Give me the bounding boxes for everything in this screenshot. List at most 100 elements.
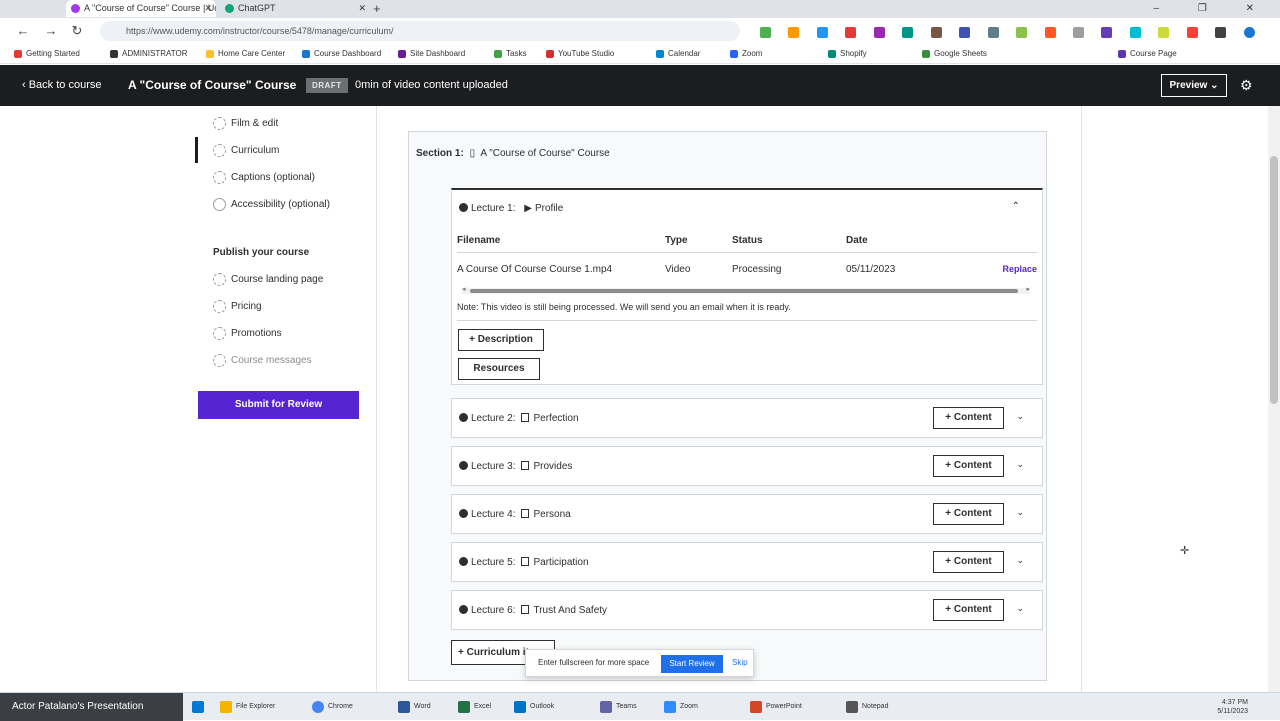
reload-icon[interactable]: ↻ <box>68 22 86 40</box>
taskbar-app[interactable]: Notepad <box>846 700 888 714</box>
extension-icon[interactable] <box>873 27 885 39</box>
taskbar-app[interactable]: Outlook <box>514 700 554 714</box>
add-content-button[interactable]: + Content <box>933 407 1004 429</box>
taskbar-app[interactable]: File Explorer <box>220 700 275 714</box>
add-content-button[interactable]: + Content <box>933 455 1004 477</box>
bookmark-item[interactable]: Home Care Center <box>206 48 285 60</box>
extension-icon[interactable] <box>1072 27 1084 39</box>
bookmark-icon <box>398 50 406 58</box>
preview-button[interactable]: Preview ⌄ <box>1161 74 1227 97</box>
system-clock[interactable]: 4:37 PM 5/11/2023 <box>1217 698 1248 716</box>
lecture-title[interactable]: Lecture 3: Provides <box>459 460 572 474</box>
bookmark-icon <box>110 50 118 58</box>
browser-tab-udemy[interactable]: A "Course of Course" Course | Udemy ✕ <box>66 0 216 17</box>
scroll-left-icon[interactable]: ◂ <box>462 285 466 293</box>
sidebar-item-landing-page[interactable]: Course landing page <box>213 273 323 287</box>
extension-icon[interactable] <box>1158 27 1170 39</box>
sidebar-item-pricing[interactable]: Pricing <box>213 300 262 314</box>
lecture-title[interactable]: Lecture 6: Trust And Safety <box>459 604 607 618</box>
extension-icon[interactable] <box>1129 27 1141 39</box>
browser-tab-chatgpt[interactable]: ChatGPT ✕ <box>220 0 370 17</box>
bookmark-item[interactable]: Zoom <box>730 48 762 60</box>
chevron-down-icon[interactable]: ⌄ <box>1016 459 1024 470</box>
curriculum-page: Film & edit Curriculum Captions (optiona… <box>0 106 1280 692</box>
extension-icon[interactable] <box>1101 27 1113 39</box>
active-window-title[interactable]: Actor Patalano's Presentation <box>0 693 183 721</box>
bookmark-item[interactable]: ADMINISTRATOR <box>110 48 187 60</box>
add-content-button[interactable]: + Content <box>933 551 1004 573</box>
submit-for-review-button[interactable]: Submit for Review <box>198 391 359 419</box>
resources-button[interactable]: Resources <box>458 358 540 380</box>
bookmark-item[interactable]: Course Page <box>1118 48 1177 60</box>
extension-icon[interactable] <box>816 27 828 39</box>
bookmark-item[interactable]: Getting Started <box>14 48 80 60</box>
chevron-down-icon[interactable]: ⌄ <box>1016 507 1024 518</box>
taskbar-app[interactable]: PowerPoint <box>750 700 802 714</box>
taskbar-app[interactable]: Word <box>398 700 431 714</box>
add-content-button[interactable]: + Content <box>933 599 1004 621</box>
scroll-right-icon[interactable]: ▸ <box>1026 285 1030 293</box>
check-circle-icon <box>459 203 468 212</box>
sidebar-item-captions[interactable]: Captions (optional) <box>213 171 315 185</box>
start-icon[interactable] <box>192 701 204 713</box>
taskbar-app[interactable]: Zoom <box>664 700 698 714</box>
sidebar-item-curriculum[interactable]: Curriculum <box>213 144 279 158</box>
gear-icon[interactable]: ⚙ <box>1240 77 1253 94</box>
replace-link[interactable]: Replace <box>1002 264 1037 274</box>
chevron-down-icon[interactable]: ⌄ <box>1016 603 1024 614</box>
taskbar-app[interactable]: Chrome <box>312 700 353 714</box>
taskbar-app[interactable]: Teams <box>600 700 637 714</box>
back-to-course-link[interactable]: ‹ Back to course <box>22 79 101 91</box>
powerpoint-icon <box>750 701 762 713</box>
address-bar[interactable]: https://www.udemy.com/instructor/course/… <box>100 21 740 41</box>
sidebar-item-accessibility[interactable]: Accessibility (optional) <box>213 198 330 212</box>
chevron-up-icon[interactable]: ⌃ <box>1012 201 1020 212</box>
scrollbar-thumb[interactable] <box>1270 156 1278 404</box>
back-arrow-icon[interactable]: ← <box>14 22 32 40</box>
bookmark-item[interactable]: YouTube Studio <box>546 48 614 60</box>
bookmark-item[interactable]: Calendar <box>656 48 700 60</box>
profile-avatar-icon[interactable] <box>1243 27 1255 39</box>
prompt-skip-link[interactable]: Skip <box>732 658 748 667</box>
extension-icon[interactable] <box>1215 27 1227 39</box>
chevron-down-icon[interactable]: ⌄ <box>1016 555 1024 566</box>
close-icon[interactable]: ✕ <box>358 0 366 17</box>
lecture-title[interactable]: Lecture 5: Participation <box>459 556 589 570</box>
lecture-title[interactable]: Lecture 2: Perfection <box>459 412 579 426</box>
extension-icon[interactable] <box>987 27 999 39</box>
scrollbar-thumb[interactable] <box>470 289 1018 293</box>
extension-icon[interactable] <box>902 27 914 39</box>
sidebar-item-course-messages[interactable]: Course messages <box>213 354 312 368</box>
extension-icon[interactable] <box>930 27 942 39</box>
add-description-button[interactable]: + Description <box>458 329 544 351</box>
extension-icon[interactable] <box>760 27 771 39</box>
extension-icon[interactable] <box>1186 27 1198 39</box>
forward-arrow-icon[interactable]: → <box>42 22 60 40</box>
bookmark-icon <box>14 50 22 58</box>
extension-icon[interactable] <box>845 27 857 39</box>
new-tab-button[interactable]: + <box>373 0 381 17</box>
sidebar-item-promotions[interactable]: Promotions <box>213 327 282 341</box>
horizontal-scrollbar[interactable]: ◂ ▸ <box>462 285 1030 294</box>
bookmark-item[interactable]: Shopify <box>828 48 867 60</box>
folder-icon <box>220 701 232 713</box>
close-icon[interactable]: ✕ <box>204 0 212 17</box>
vertical-scrollbar[interactable] <box>1268 106 1280 692</box>
bookmark-item[interactable]: Site Dashboard <box>398 48 465 60</box>
extension-icon[interactable] <box>788 27 800 39</box>
extension-icon[interactable] <box>1016 27 1028 39</box>
step-circle-icon <box>213 171 226 184</box>
chevron-down-icon[interactable]: ⌄ <box>1016 411 1024 422</box>
extension-icon[interactable] <box>959 27 971 39</box>
sidebar-item-film-edit[interactable]: Film & edit <box>213 117 278 131</box>
add-content-button[interactable]: + Content <box>933 503 1004 525</box>
taskbar-app[interactable]: Excel <box>458 700 491 714</box>
bookmark-item[interactable]: Google Sheets <box>922 48 987 60</box>
prompt-primary-button[interactable]: Start Review <box>661 655 723 673</box>
lecture-title[interactable]: Lecture 4: Persona <box>459 508 571 522</box>
extension-icon[interactable] <box>1044 27 1056 39</box>
lecture-title[interactable]: Lecture 1: ▶ Profile <box>459 202 563 216</box>
bookmark-item[interactable]: Tasks <box>494 48 526 60</box>
bookmark-item[interactable]: Course Dashboard <box>302 48 381 60</box>
window-controls[interactable]: – ❐ ✕ <box>1154 0 1272 17</box>
